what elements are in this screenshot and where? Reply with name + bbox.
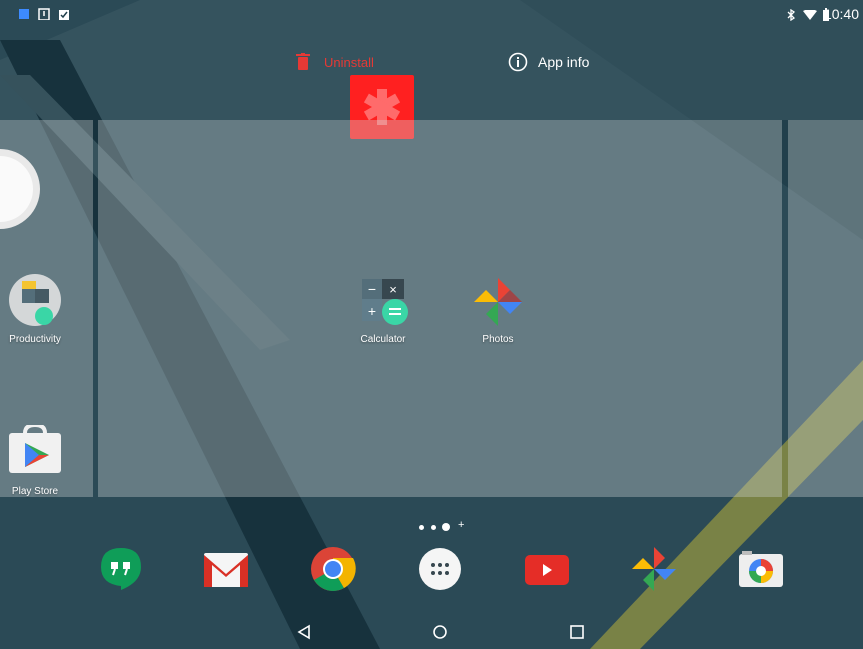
workspace-current <box>98 120 782 497</box>
dock-app-drawer[interactable] <box>417 546 463 592</box>
folder-productivity[interactable] <box>8 273 62 327</box>
recents-icon[interactable] <box>569 624 585 640</box>
camera-icon <box>739 551 783 587</box>
app-info-drop-target[interactable]: App info <box>508 50 589 74</box>
app-label-calculator: Calculator <box>360 334 406 345</box>
home-icon[interactable] <box>432 624 448 640</box>
home-screen: 10:40 Uninstall App info Productivity Pl… <box>0 0 863 649</box>
app-calculator[interactable]: − × + <box>360 277 410 327</box>
folder-icon <box>9 274 61 326</box>
play-store-icon <box>9 422 61 473</box>
chrome-icon <box>311 547 356 591</box>
status-bar: 10:40 <box>0 0 863 28</box>
widget-circle <box>0 149 40 229</box>
dock-hangouts[interactable] <box>98 546 144 592</box>
info-icon <box>508 52 528 72</box>
svg-text:×: × <box>389 282 397 297</box>
workspace-right <box>788 120 863 497</box>
calculator-icon: − × + <box>362 279 408 325</box>
clock: 10:40 <box>823 6 859 22</box>
app-drawer-icon <box>419 548 461 590</box>
page-dot-1[interactable] <box>419 525 424 530</box>
dock-youtube[interactable] <box>524 546 570 592</box>
bluetooth-icon <box>787 9 796 21</box>
trash-icon <box>296 53 310 70</box>
dock-gmail[interactable] <box>203 546 249 592</box>
app-info-label: App info <box>538 54 590 70</box>
app-photos[interactable] <box>473 277 523 327</box>
add-page-indicator[interactable]: + <box>458 519 464 531</box>
screenshot-icon <box>19 9 29 19</box>
page-dot-3-active[interactable] <box>442 523 450 531</box>
hangouts-icon <box>101 548 141 590</box>
wifi-icon <box>803 10 817 20</box>
svg-text:+: + <box>368 303 376 319</box>
dock-camera[interactable] <box>738 546 784 592</box>
app-label-play-store: Play Store <box>11 486 59 497</box>
page-dot-2[interactable] <box>431 525 436 530</box>
app-label-photos: Photos <box>482 334 514 345</box>
gmail-icon <box>204 553 248 587</box>
youtube-icon <box>525 555 569 585</box>
dock-chrome[interactable] <box>310 546 356 592</box>
download-icon <box>38 8 50 20</box>
uninstall-label: Uninstall <box>324 54 374 70</box>
svg-text:−: − <box>368 281 376 297</box>
photos-icon <box>632 547 676 591</box>
app-label-productivity: Productivity <box>9 334 61 345</box>
clipboard-check-icon <box>59 10 69 20</box>
uninstall-drop-target[interactable]: Uninstall <box>296 50 374 74</box>
back-icon[interactable] <box>296 624 312 640</box>
dock-photos[interactable] <box>631 546 677 592</box>
photos-icon <box>474 278 522 326</box>
app-play-store[interactable] <box>9 422 61 473</box>
